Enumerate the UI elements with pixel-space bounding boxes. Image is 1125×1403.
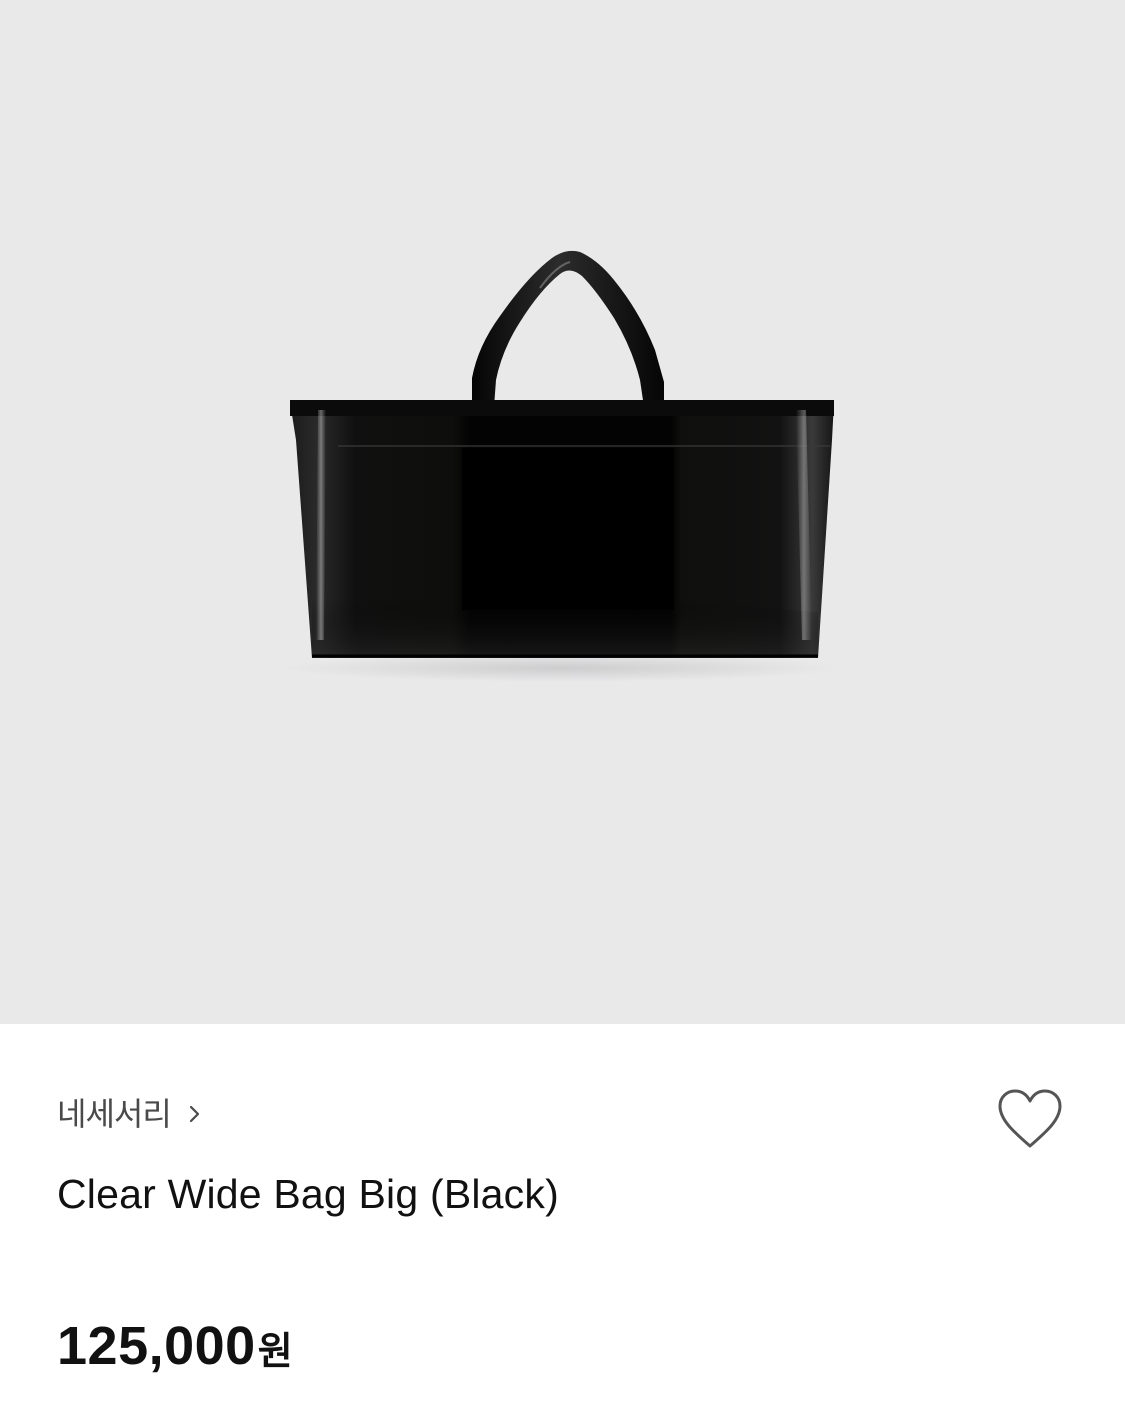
product-detail-page: 네세서리 Clear Wide Bag Big (Black) 125,000 …: [0, 0, 1125, 1403]
brand-name: 네세서리: [57, 1095, 172, 1133]
product-info: 네세서리 Clear Wide Bag Big (Black) 125,000 …: [0, 1024, 1125, 1403]
tote-bag-illustration: [282, 250, 842, 682]
brand-link[interactable]: 네세서리: [57, 1094, 203, 1134]
heart-icon[interactable]: [994, 1086, 1066, 1152]
product-image[interactable]: [0, 0, 1125, 1024]
chevron-right-icon: [189, 1105, 199, 1123]
product-title: Clear Wide Bag Big (Black): [57, 1171, 559, 1217]
product-price: 125,000 원: [57, 1316, 293, 1381]
price-currency-unit: 원: [257, 1329, 293, 1373]
price-amount: 125,000: [57, 1316, 256, 1376]
